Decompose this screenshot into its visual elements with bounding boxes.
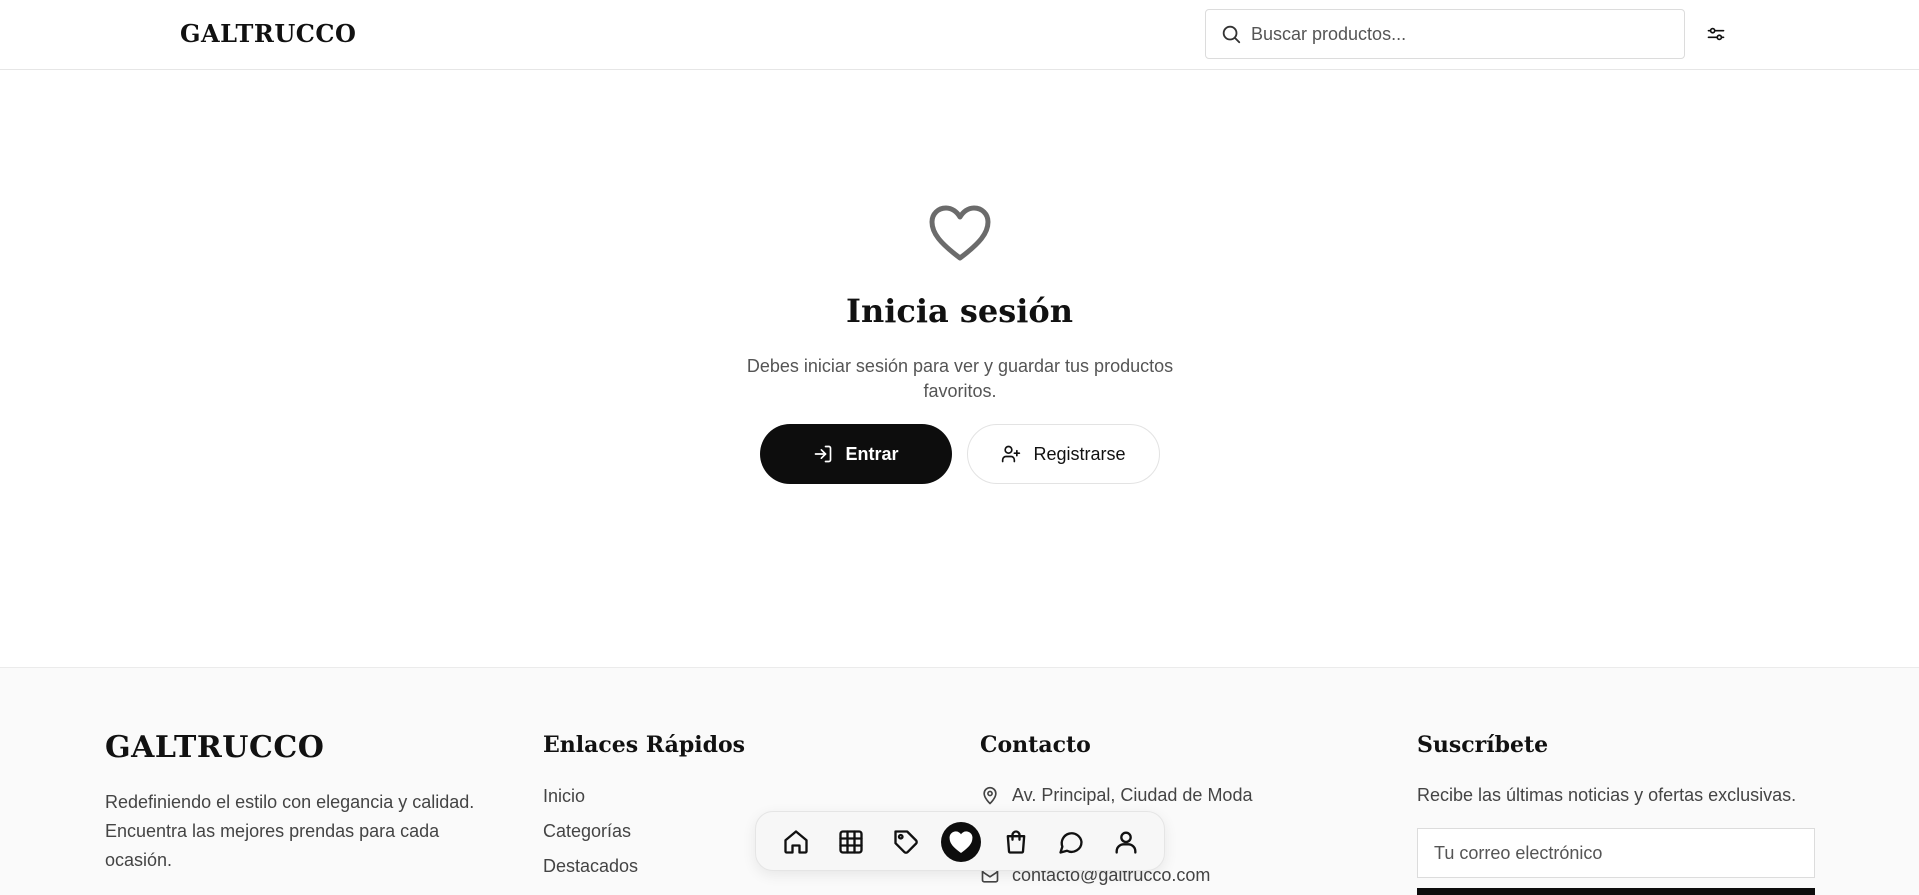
newsletter-heading: Suscríbete [1417,732,1549,758]
map-pin-icon [983,786,997,804]
nav-profile[interactable] [1106,822,1146,862]
login-button[interactable]: Entrar [760,424,952,484]
top-header: GALTRUCCO [0,0,1919,70]
grid-icon [839,830,863,854]
footer-link-destacados[interactable]: Destacados [543,856,638,877]
page-title: Inicia sesión [845,292,1074,330]
newsletter-subscribe-button[interactable] [1417,888,1815,895]
register-button[interactable]: Registrarse [967,424,1160,484]
nav-cart[interactable] [996,822,1036,862]
user-plus-icon [1002,445,1021,463]
footer-logo: GALTRUCCO [105,730,325,765]
nav-chat[interactable] [1051,822,1091,862]
bottom-nav-bar [755,811,1165,871]
footer-description: Redefiniendo el estilo con elegancia y c… [105,792,475,870]
sliders-icon [1707,27,1725,41]
footer-link-categorias[interactable]: Categorías [543,821,631,842]
login-button-label: Entrar [845,443,899,464]
contact-address: Av. Principal, Ciudad de Moda [980,785,1252,806]
filter-button[interactable] [1702,20,1730,48]
user-icon [1115,831,1137,854]
newsletter-text: Recibe las últimas noticias y ofertas ex… [1417,785,1797,805]
footer-link-inicio[interactable]: Inicio [543,786,585,807]
home-icon [784,830,808,854]
search-icon [1222,25,1241,44]
shopping-bag-icon [1006,830,1026,854]
heart-icon [949,831,973,853]
tag-icon [894,830,918,854]
contact-heading: Contacto [980,732,1091,758]
nav-favorites[interactable] [941,822,981,862]
search-input[interactable] [1251,10,1671,58]
header-logo[interactable]: GALTRUCCO [180,19,356,48]
search-box[interactable] [1205,9,1685,59]
login-required-message: Debes iniciar sesión para ver y guardar … [746,356,1174,401]
contact-address-text: Av. Principal, Ciudad de Moda [1012,785,1253,805]
log-in-icon [815,445,832,463]
quick-links-heading: Enlaces Rápidos [543,732,746,758]
nav-categories[interactable] [831,822,871,862]
heart-icon [929,205,991,261]
nav-home[interactable] [776,822,816,862]
chat-icon [1059,832,1083,854]
newsletter-email-input[interactable] [1417,828,1815,878]
nav-offers[interactable] [886,822,926,862]
register-button-label: Registrarse [1033,443,1126,464]
